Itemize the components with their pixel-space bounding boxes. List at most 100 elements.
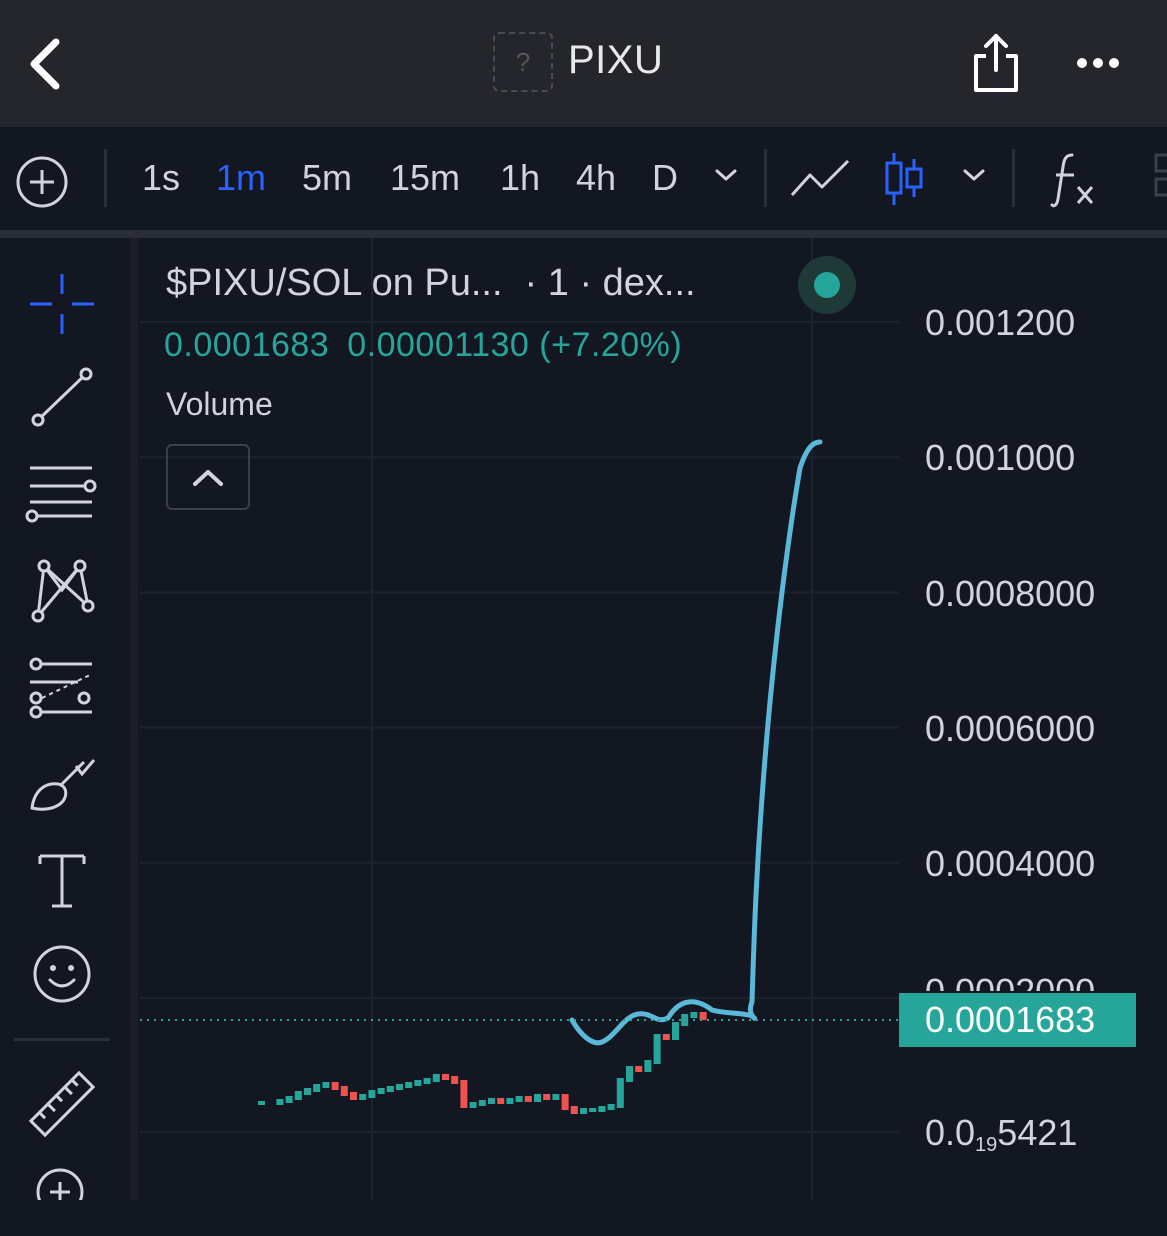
page-title: PIXU xyxy=(568,38,664,82)
drawing-toolbar xyxy=(0,238,138,1200)
chevron-up-icon xyxy=(193,470,223,486)
horizontal-lines-tool[interactable] xyxy=(24,458,100,530)
toolbar-divider xyxy=(104,149,107,207)
zoom-in-tool[interactable] xyxy=(24,1164,100,1236)
candle xyxy=(626,1066,633,1082)
price-scale-label: 0.0004000 xyxy=(925,843,1096,884)
candle xyxy=(552,1094,560,1100)
trend-line-icon xyxy=(31,367,93,427)
candle-series xyxy=(258,1012,707,1114)
measure-tool[interactable] xyxy=(24,1068,100,1140)
interval-4h[interactable]: 4h xyxy=(576,157,616,199)
symbol-legend[interactable]: $PIXU/SOL on Pu... · 1 · dex... xyxy=(166,262,696,305)
brush-icon xyxy=(30,759,96,811)
interval-d[interactable]: D xyxy=(652,157,678,199)
share-button[interactable] xyxy=(968,30,1024,96)
candles-chart-type-button[interactable] xyxy=(882,151,926,207)
emoji-icon xyxy=(33,945,91,1003)
chart-type-dropdown-button[interactable] xyxy=(960,165,988,185)
function-fx-icon xyxy=(1050,153,1094,208)
line-chart-icon xyxy=(790,159,850,197)
candle xyxy=(488,1098,495,1104)
text-icon xyxy=(38,854,86,908)
candle xyxy=(304,1088,311,1095)
chart-pane[interactable]: $PIXU/SOL on Pu... · 1 · dex... 0.0001683… xyxy=(140,238,1167,1200)
candle xyxy=(672,1022,679,1040)
more-dots-icon xyxy=(1077,58,1119,68)
more-options-button[interactable] xyxy=(1068,45,1128,81)
candle xyxy=(285,1096,293,1103)
candle xyxy=(478,1100,486,1106)
more-tools-partial-icon[interactable] xyxy=(1150,153,1167,203)
volume-label: Volume xyxy=(166,386,273,422)
chart-toolbar: 1s 1m 5m 15m 1h 4h D xyxy=(0,127,1167,238)
interval-dropdown-button[interactable] xyxy=(712,165,740,185)
candle xyxy=(607,1104,615,1110)
close-value: 0.0001683 xyxy=(164,326,330,364)
line-chart-type-button[interactable] xyxy=(788,155,852,203)
candle xyxy=(589,1108,597,1112)
candle xyxy=(616,1078,624,1108)
candle xyxy=(442,1074,449,1080)
text-tool[interactable] xyxy=(24,844,100,916)
candle xyxy=(662,1034,670,1040)
price-scale-label: 0.0006000 xyxy=(925,708,1096,749)
candle xyxy=(598,1106,606,1112)
candle xyxy=(515,1096,523,1102)
candle xyxy=(386,1086,394,1092)
interval-info: · 1 · dex... xyxy=(524,262,696,304)
candle xyxy=(340,1086,348,1096)
price-scale-label: 0.0008000 xyxy=(925,573,1096,614)
candle xyxy=(414,1080,422,1086)
symbol-name: $PIXU/SOL on Pu... xyxy=(166,262,503,304)
trend-line-tool[interactable] xyxy=(24,362,100,434)
candle xyxy=(331,1082,339,1090)
candle xyxy=(276,1099,284,1105)
interval-1h[interactable]: 1h xyxy=(500,157,540,199)
indicators-button[interactable] xyxy=(1050,149,1100,209)
candle xyxy=(350,1092,357,1100)
candle xyxy=(313,1084,321,1092)
candle xyxy=(699,1012,707,1020)
pattern-tool[interactable] xyxy=(24,554,100,626)
candle xyxy=(469,1102,477,1108)
share-icon xyxy=(974,34,1018,92)
candle xyxy=(322,1082,330,1088)
chevron-left-icon xyxy=(30,38,60,90)
chart-grid xyxy=(140,238,899,1200)
interval-5m[interactable]: 5m xyxy=(302,157,352,199)
chevron-down-icon xyxy=(963,169,985,181)
zoom-in-icon xyxy=(36,1168,84,1200)
candle xyxy=(635,1066,643,1072)
candle xyxy=(497,1098,505,1104)
candle xyxy=(506,1098,514,1104)
interval-15m[interactable]: 15m xyxy=(390,157,460,199)
candle xyxy=(534,1094,541,1102)
add-symbol-button[interactable] xyxy=(14,154,70,210)
candle xyxy=(690,1012,698,1018)
candlestick-icon xyxy=(885,153,923,205)
collapse-legend-button[interactable] xyxy=(166,444,250,510)
drawn-brush-line xyxy=(569,439,823,1046)
price-scale-label-bottom: 0.0195421 xyxy=(925,1112,1078,1156)
toolbar-divider xyxy=(764,149,767,207)
crosshair-icon xyxy=(30,274,94,334)
candle xyxy=(359,1094,367,1100)
back-button[interactable] xyxy=(22,36,72,92)
candle xyxy=(294,1091,302,1100)
toolbar-divider xyxy=(1012,149,1015,207)
change-value: 0.00001130 (+7.20%) xyxy=(347,326,683,364)
candle xyxy=(377,1088,385,1094)
interval-1s[interactable]: 1s xyxy=(142,157,180,199)
interval-1m[interactable]: 1m xyxy=(216,157,266,199)
candle xyxy=(524,1096,532,1102)
candle xyxy=(432,1074,440,1082)
candle xyxy=(451,1076,459,1084)
fib-icon xyxy=(29,657,93,719)
candle xyxy=(653,1034,661,1064)
brush-tool[interactable] xyxy=(24,752,100,824)
crosshair-tool[interactable] xyxy=(24,268,100,340)
pattern-icon xyxy=(31,559,95,623)
emoji-tool[interactable] xyxy=(24,938,100,1010)
fib-retracement-tool[interactable] xyxy=(24,654,100,726)
